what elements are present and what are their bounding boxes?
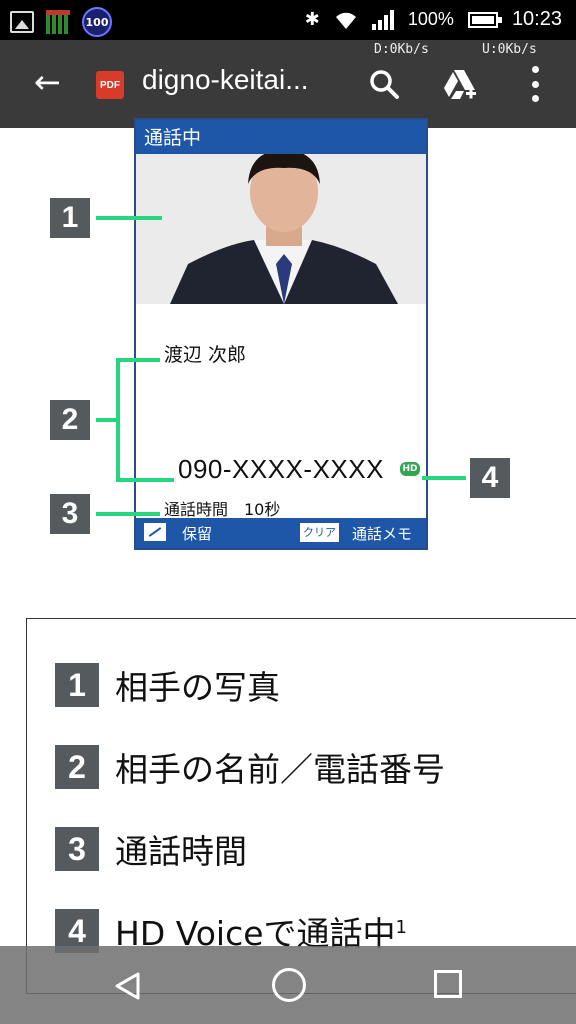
upload-speed: U:0Kb/s (482, 42, 537, 57)
badge-notification-icon: 100 (82, 7, 112, 37)
call-duration: 通話時間 10秒 (164, 500, 281, 519)
hold-key-icon (144, 523, 166, 541)
legend-item: 1 相手の写真 (55, 661, 280, 709)
in-call-header: 通話中 (136, 120, 426, 154)
notification-icons: 100 (10, 7, 112, 37)
clock: 10:23 (511, 8, 562, 30)
download-speed: D:0Kb/s (374, 42, 429, 57)
bluetooth-icon: ✱ (304, 9, 320, 29)
hd-voice-badge: HD (400, 462, 420, 476)
system-status: ✱ 100% 10:23 (305, 8, 562, 31)
signal-icon (371, 9, 394, 30)
callout-2-bracket (116, 360, 120, 482)
legend-text: 相手の名前／電話番号 (115, 750, 445, 789)
screen: 100 ✱ 100% 10:23 D:0Kb/s U:0Kb/s ← PDF d… (0, 0, 576, 1024)
legend-item: 3 通話時間 (55, 825, 247, 873)
nav-back-icon[interactable] (112, 970, 144, 1002)
callout-4-line (422, 476, 466, 480)
callout-2-bracket-bottom (116, 478, 174, 482)
pdf-icon: PDF (96, 71, 124, 99)
search-icon[interactable] (368, 68, 400, 100)
document-title: digno-keitai... (142, 64, 309, 95)
more-vert-icon[interactable] (530, 66, 540, 102)
status-bar: 100 ✱ 100% 10:23 (0, 0, 576, 40)
legend-box: 1 相手の写真 2 相手の名前／電話番号 3 通話時間 4 HD Voiceで通… (26, 618, 576, 994)
callout-2-bracket-top (116, 358, 160, 362)
soft-key-bar: 保留 クリア 通話メモ (136, 518, 426, 548)
navigation-bar (0, 946, 576, 1024)
phone-screen-illustration: 通話中 渡辺 次郎 090-XXXX-XXXX HD 通話時間 10秒 保留 ク… (134, 118, 428, 550)
callout-2-line (96, 418, 118, 422)
callout-1: 1 (50, 198, 90, 238)
app-grid-notification-icon (46, 10, 70, 34)
drive-add-icon[interactable] (442, 68, 478, 102)
caller-name: 渡辺 次郎 (164, 344, 247, 366)
image-notification-icon (10, 11, 34, 33)
legend-item: 2 相手の名前／電話番号 (55, 743, 445, 791)
back-arrow-icon[interactable]: ← (34, 66, 68, 100)
caller-phone-number: 090-XXXX-XXXX (178, 454, 384, 484)
legend-number: 2 (55, 745, 99, 789)
wifi-icon (335, 12, 356, 29)
callout-2: 2 (50, 400, 90, 440)
footnote-marker: 1 (395, 917, 407, 938)
pdf-page[interactable]: 通話中 渡辺 次郎 090-XXXX-XXXX HD 通話時間 10秒 保留 ク… (0, 118, 576, 1024)
app-bar: D:0Kb/s U:0Kb/s ← PDF digno-keitai... (0, 40, 576, 128)
caller-photo (136, 154, 426, 304)
callout-1-line (96, 216, 162, 220)
legend-text: 通話時間 (115, 832, 247, 871)
legend-number: 3 (55, 827, 99, 871)
hold-label: 保留 (182, 525, 213, 543)
callout-4: 4 (470, 458, 510, 498)
battery-percent: 100% (407, 9, 454, 29)
clear-key: クリア (300, 523, 339, 542)
battery-icon (467, 11, 502, 28)
legend-number: 1 (55, 663, 99, 707)
callout-3: 3 (50, 494, 90, 534)
legend-text: 相手の写真 (115, 668, 280, 707)
nav-home-icon[interactable] (272, 968, 306, 1002)
callout-3-line (96, 512, 160, 516)
call-memo-label: 通話メモ (352, 525, 413, 543)
nav-recents-icon[interactable] (434, 970, 462, 998)
